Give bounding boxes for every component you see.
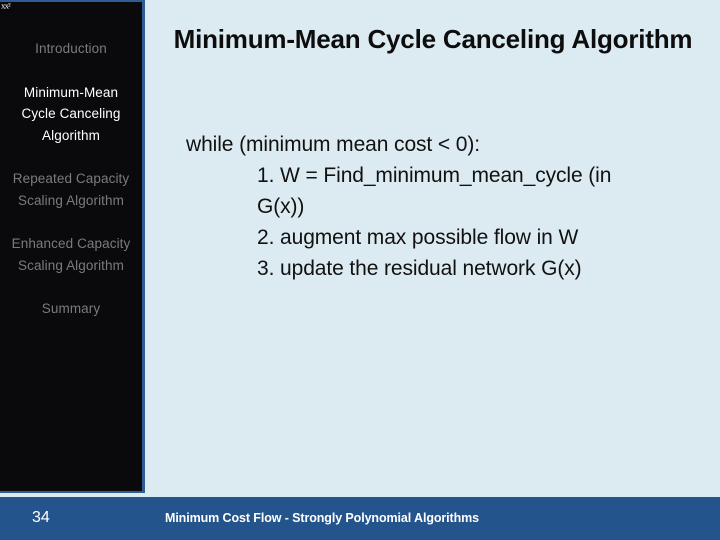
sidebar-navigation: xx² Introduction Minimum-Mean Cycle Canc… <box>0 0 145 493</box>
sidebar-item-repeated-capacity-scaling-algorithm[interactable]: Repeated Capacity Scaling Algorithm <box>0 168 142 211</box>
corner-artifact-text: xx² <box>1 1 11 11</box>
pseudocode-line-step-3: 3. update the residual network G(x) <box>257 257 582 280</box>
pseudocode-line-step-1: 1. W = Find_minimum_mean_cycle (in <box>257 164 612 187</box>
slide: xx² Introduction Minimum-Mean Cycle Canc… <box>0 0 720 540</box>
pseudocode-line-step-2: 2. augment max possible flow in W <box>257 226 579 249</box>
pseudocode-line-while: while (minimum mean cost < 0): <box>186 133 481 156</box>
sidebar-item-minimum-mean-cycle-canceling-algorithm[interactable]: Minimum-Mean Cycle Canceling Algorithm <box>0 82 142 147</box>
page-number: 34 <box>32 509 50 526</box>
sidebar-item-summary[interactable]: Summary <box>0 298 142 320</box>
slide-footer: 34 Minimum Cost Flow - Strongly Polynomi… <box>0 497 720 540</box>
sidebar-item-introduction[interactable]: Introduction <box>0 38 142 60</box>
footer-title: Minimum Cost Flow - Strongly Polynomial … <box>165 511 479 525</box>
pseudocode-line-step-1-continued: G(x)) <box>257 195 305 218</box>
sidebar-item-enhanced-capacity-scaling-algorithm[interactable]: Enhanced Capacity Scaling Algorithm <box>0 233 142 276</box>
slide-title: Minimum-Mean Cycle Canceling Algorithm <box>173 24 693 54</box>
algorithm-pseudocode-block: while (minimum mean cost < 0): 1. W = Fi… <box>186 129 706 284</box>
sidebar-item-list: Introduction Minimum-Mean Cycle Cancelin… <box>0 38 142 342</box>
